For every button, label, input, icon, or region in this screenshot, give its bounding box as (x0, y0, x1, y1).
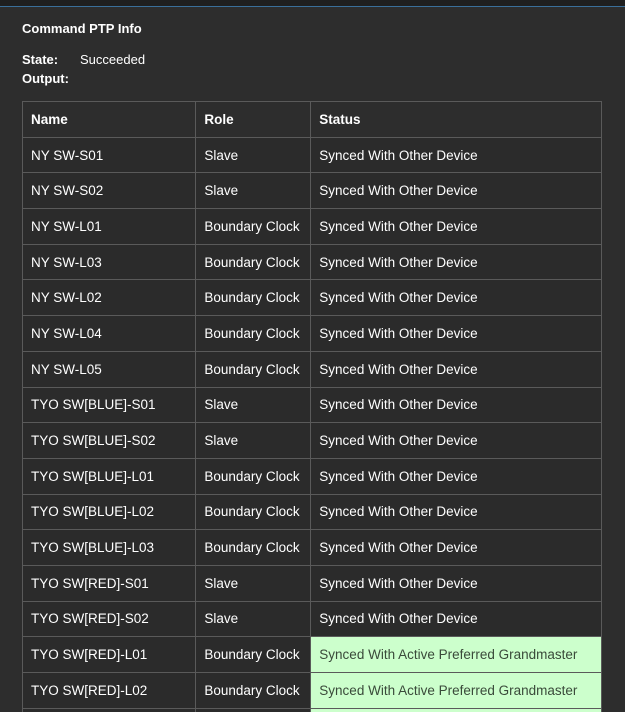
state-row: State: Succeeded (22, 52, 145, 67)
cell-name: TYO SW[RED]-S02 (21, 600, 197, 638)
cell-status: Synced With Other Device (310, 386, 602, 424)
cell-role: Boundary Clock (195, 315, 312, 352)
table-row[interactable]: TYO SW[BLUE]-L02 Boundary Clock Synced Wit… (21, 493, 602, 531)
state-value: Succeeded (80, 52, 146, 67)
cell-status: Synced With Other Device (310, 493, 602, 531)
cell-status: Synced With Other Device (310, 350, 602, 388)
column-header-name[interactable]: Name (21, 101, 197, 138)
table-row[interactable] (21, 707, 602, 712)
cell-status: Synced With Other Device (310, 457, 602, 495)
table-row[interactable]: NY SW-L04 Boundary Clock Synced With Other… (21, 315, 602, 352)
cell-status: Synced With Active Preferred Grandmaster (310, 636, 602, 673)
cell-role: Boundary Clock (195, 636, 312, 673)
table-row[interactable]: TYO SW[BLUE]-L03 Boundary Clock Synced Wit… (21, 529, 602, 566)
cell-status: Synced With Other Device (310, 208, 602, 245)
column-header-status[interactable]: Status (310, 101, 602, 138)
cell-status: Synced With Other Device (310, 136, 602, 174)
cell-status (310, 707, 602, 712)
panel-top-border (0, 0, 625, 7)
cell-status: Synced With Active Preferred Grandmaster (310, 672, 602, 709)
cell-name: TYO SW[BLUE]-L01 (21, 457, 197, 495)
cell-name: TYO SW[RED]-S01 (21, 564, 197, 602)
column-header-role[interactable]: Role (195, 101, 312, 138)
table-row[interactable]: TYO SW[BLUE]-S01 Slave Synced With Other D… (21, 386, 602, 424)
cell-role: Boundary Clock (195, 529, 312, 566)
ptp-table: Name Role Status NY SW-S01 Slave Synced Wi… (21, 101, 602, 712)
cell-name: NY SW-L05 (21, 350, 197, 388)
ptp-info-panel: Command PTP Info State: Succeeded Output:… (0, 0, 625, 712)
table-row[interactable]: TYO SW[RED]-S02 Slave Synced With Other De… (21, 600, 602, 638)
cell-name: TYO SW[RED]-L02 (21, 672, 197, 709)
cell-role: Boundary Clock (195, 457, 312, 495)
cell-name: NY SW-L01 (21, 208, 197, 245)
cell-name: NY SW-S02 (21, 172, 197, 210)
table-body: NY SW-S01 Slave Synced With Other Device NY… (21, 136, 602, 712)
cell-role: Slave (195, 172, 312, 210)
cell-status: Synced With Other Device (310, 600, 602, 638)
output-label: Output: (22, 71, 69, 86)
cell-role (195, 707, 312, 712)
cell-status: Synced With Other Device (310, 315, 602, 352)
cell-role: Slave (195, 422, 312, 459)
cell-name: NY SW-S01 (21, 136, 197, 174)
cell-name: TYO SW[BLUE]-L03 (21, 529, 197, 566)
cell-name: NY SW-L04 (21, 315, 197, 352)
state-label: State: (22, 52, 59, 67)
table-row[interactable]: TYO SW[BLUE]-L01 Boundary Clock Synced Wit… (21, 457, 602, 495)
table-header-row: Name Role Status (21, 101, 602, 138)
table-row[interactable]: NY SW-L02 Boundary Clock Synced With Other… (21, 279, 602, 317)
cell-status: Synced With Other Device (310, 422, 602, 459)
table-row[interactable]: TYO SW[RED]-S01 Slave Synced With Other De… (21, 564, 602, 602)
cell-name: TYO SW[BLUE]-L02 (21, 493, 197, 531)
cell-name: TYO SW[BLUE]-S02 (21, 422, 197, 459)
cell-role: Slave (195, 600, 312, 638)
cell-role: Boundary Clock (195, 493, 312, 531)
table-row[interactable]: NY SW-L01 Boundary Clock Synced With Other… (21, 208, 602, 245)
cell-status: Synced With Other Device (310, 279, 602, 317)
table-row[interactable]: TYO SW[BLUE]-S02 Slave Synced With Other D… (21, 422, 602, 459)
cell-role: Slave (195, 386, 312, 424)
cell-name: NY SW-L02 (21, 279, 197, 317)
cell-role: Boundary Clock (195, 279, 312, 317)
table-row[interactable]: NY SW-S01 Slave Synced With Other Device (21, 136, 602, 174)
cell-status: Synced With Other Device (310, 243, 602, 281)
cell-name (21, 707, 197, 712)
table-row[interactable]: NY SW-L03 Boundary Clock Synced With Other… (21, 243, 602, 281)
panel-title: Command PTP Info (22, 21, 142, 36)
table-row[interactable]: NY SW-L05 Boundary Clock Synced With Other… (21, 350, 602, 388)
cell-status: Synced With Other Device (310, 172, 602, 210)
table-row[interactable]: TYO SW[RED]-L01 Boundary Clock Synced With… (21, 636, 602, 673)
cell-name: TYO SW[RED]-L01 (21, 636, 197, 673)
cell-status: Synced With Other Device (310, 564, 602, 602)
cell-role: Boundary Clock (195, 208, 312, 245)
table-row[interactable]: NY SW-S02 Slave Synced With Other Device (21, 172, 602, 210)
cell-role: Slave (195, 564, 312, 602)
cell-role: Slave (195, 136, 312, 174)
table-row[interactable]: TYO SW[RED]-L02 Boundary Clock Synced With… (21, 672, 602, 709)
output-row: Output: (22, 71, 80, 86)
cell-role: Boundary Clock (195, 243, 312, 281)
cell-status: Synced With Other Device (310, 529, 602, 566)
cell-name: NY SW-L03 (21, 243, 197, 281)
cell-role: Boundary Clock (195, 672, 312, 709)
cell-role: Boundary Clock (195, 350, 312, 388)
cell-name: TYO SW[BLUE]-S01 (21, 386, 197, 424)
